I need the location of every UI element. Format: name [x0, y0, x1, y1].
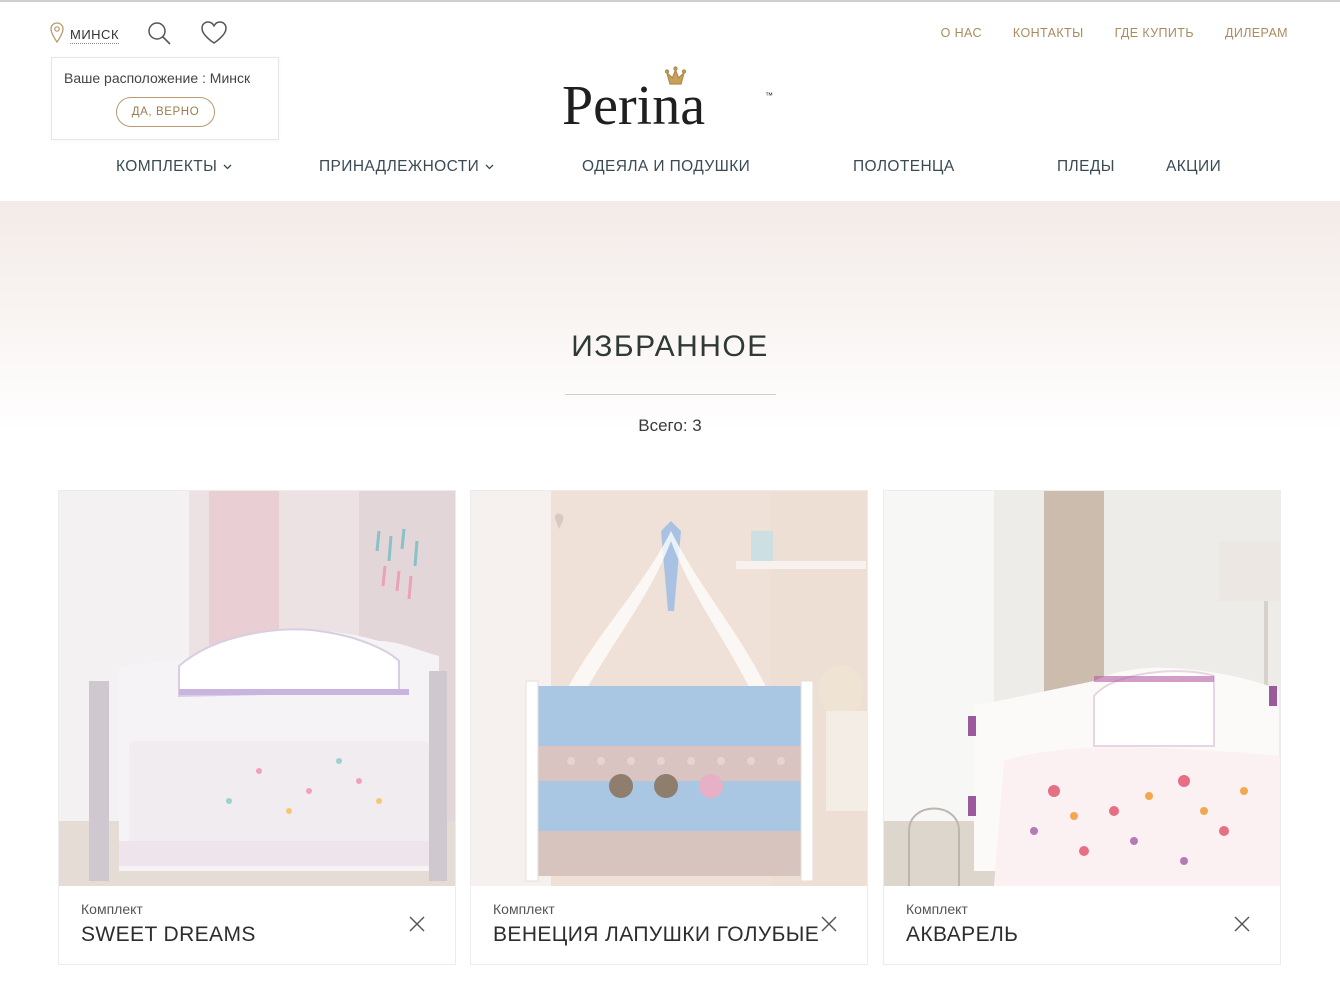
location-confirm-popup: Ваше расположение : Минск ДА, ВЕРНО [51, 57, 279, 140]
nav-item-sets[interactable]: КОМПЛЕКТЫ [116, 158, 232, 176]
page-title: ИЗБРАННОЕ [571, 330, 769, 363]
heart-icon[interactable] [200, 20, 228, 51]
nav-item-plaids[interactable]: ПЛЕДЫ [1057, 158, 1115, 176]
nav-item-promotions[interactable]: АКЦИИ [1166, 158, 1221, 176]
confirm-location-button[interactable]: ДА, ВЕРНО [116, 97, 215, 127]
product-image-watercolor [884, 491, 1280, 886]
city-name[interactable]: МИНСК [70, 27, 120, 44]
location-popup-text: Ваше расположение : Минск [64, 70, 251, 86]
title-divider [565, 394, 776, 395]
product-image-sweet-dreams [59, 491, 455, 886]
top-link-dealers[interactable]: ДИЛЕРАМ [1225, 26, 1288, 40]
card-footer: Комплект SWEET DREAMS [59, 886, 455, 964]
top-link-about[interactable]: О НАС [941, 26, 982, 40]
top-link-contacts[interactable]: КОНТАКТЫ [1013, 26, 1084, 40]
card-title[interactable]: АКВАРЕЛЬ [906, 923, 1018, 947]
remove-favorite-icon[interactable] [407, 914, 427, 934]
nav-item-blankets-pillows[interactable]: ОДЕЯЛА И ПОДУШКИ [582, 158, 750, 176]
nav-item-towels[interactable]: ПОЛОТЕНЦА [853, 158, 955, 176]
svg-text:™: ™ [765, 91, 773, 100]
card-category: Комплект [493, 901, 555, 917]
city-selector[interactable]: МИНСК [50, 22, 120, 49]
remove-favorite-icon[interactable] [819, 914, 839, 934]
top-border [0, 0, 1340, 2]
card-footer: Комплект ВЕНЕЦИЯ ЛАПУШКИ ГОЛУБЫЕ [471, 886, 867, 964]
card-category: Комплект [81, 901, 143, 917]
card-title[interactable]: SWEET DREAMS [81, 923, 256, 947]
chevron-down-icon [485, 164, 494, 170]
nav-item-label: АКЦИИ [1166, 158, 1222, 175]
card-category: Комплект [906, 901, 968, 917]
top-link-where-to-buy[interactable]: ГДЕ КУПИТЬ [1115, 26, 1194, 40]
top-links: О НАС КОНТАКТЫ ГДЕ КУПИТЬ ДИЛЕРАМ [941, 26, 1288, 40]
hero-banner [0, 201, 1340, 431]
favorite-card[interactable]: Комплект ВЕНЕЦИЯ ЛАПУШКИ ГОЛУБЫЕ [470, 490, 868, 965]
nav-item-accessories[interactable]: ПРИНАДЛЕЖНОСТИ [319, 158, 494, 176]
favorite-card[interactable]: Комплект SWEET DREAMS [58, 490, 456, 965]
search-icon[interactable] [146, 20, 172, 51]
product-image-venice [471, 491, 867, 886]
nav-item-label: ПРИНАДЛЕЖНОСТИ [319, 158, 480, 175]
main-nav: КОМПЛЕКТЫ ПРИНАДЛЕЖНОСТИ ОДЕЯЛА И ПОДУШК… [0, 158, 1340, 182]
svg-text:Perina: Perina [562, 75, 705, 132]
favorite-card[interactable]: Комплект АКВАРЕЛЬ [883, 490, 1281, 965]
favorites-count: Всего: 3 [638, 416, 702, 435]
nav-item-label: ПОЛОТЕНЦА [853, 158, 955, 175]
card-footer: Комплект АКВАРЕЛЬ [884, 886, 1280, 964]
card-title[interactable]: ВЕНЕЦИЯ ЛАПУШКИ ГОЛУБЫЕ [493, 923, 819, 947]
nav-item-label: КОМПЛЕКТЫ [116, 158, 218, 175]
nav-item-label: ОДЕЯЛА И ПОДУШКИ [582, 158, 751, 175]
location-pin-icon [50, 22, 64, 49]
logo[interactable]: Perina ™ [560, 62, 782, 137]
nav-item-label: ПЛЕДЫ [1057, 158, 1115, 175]
remove-favorite-icon[interactable] [1232, 914, 1252, 934]
chevron-down-icon [223, 164, 232, 170]
